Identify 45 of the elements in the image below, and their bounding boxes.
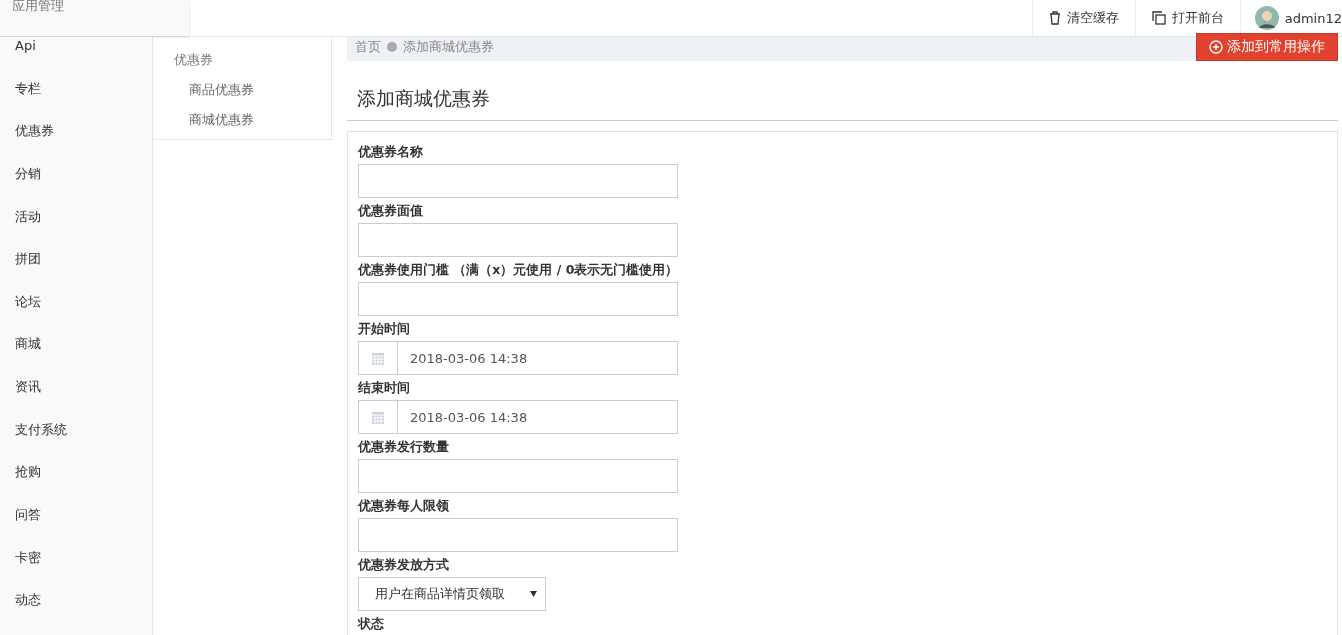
field-label: 结束时间 [358, 380, 411, 396]
field-label: 优惠券面值 [358, 203, 424, 219]
plus-circle-icon [1209, 40, 1223, 54]
subnav-item[interactable]: 商品优惠券 [174, 81, 331, 99]
sidebar-item[interactable]: 支付系统 [0, 421, 152, 465]
page-title: 添加商城优惠券 [347, 86, 1338, 121]
field-label: 优惠券每人限领 [358, 498, 450, 514]
copy-icon [1151, 11, 1166, 25]
subnav-item[interactable]: 商城优惠券 [174, 111, 331, 129]
sidebar-item[interactable]: Api [0, 38, 152, 81]
trash-icon [1048, 11, 1061, 25]
field-label: 优惠券发行数量 [358, 439, 450, 455]
calendar-icon [372, 410, 384, 424]
sidebar-item[interactable]: 抢购 [0, 464, 152, 508]
subnav-title: 优惠券 [174, 51, 214, 69]
field-label: 状态 [358, 616, 385, 632]
sidebar-item[interactable]: 问答 [0, 507, 152, 550]
sidebar-item[interactable]: 活动 [0, 208, 152, 252]
field-label: 优惠券发放方式 [358, 557, 450, 573]
sidebar-item[interactable]: 动态 [0, 592, 152, 635]
caret-icon [530, 591, 537, 597]
sidebar-item[interactable]: 专栏 [0, 80, 152, 124]
sidebar-item[interactable]: 论坛 [0, 293, 152, 337]
sidebar-item[interactable]: 拼团 [0, 251, 152, 294]
user-name[interactable]: admin12 [1284, 10, 1342, 26]
date-field[interactable]: 2018-03-06 14:38 [358, 400, 678, 434]
avatar-icon [1254, 6, 1279, 30]
date-field[interactable]: 2018-03-06 14:38 [358, 341, 678, 375]
input-field[interactable] [358, 282, 678, 316]
sidebar-item[interactable]: 分销 [0, 165, 152, 209]
calendar-icon [372, 351, 384, 365]
input-field[interactable] [358, 164, 678, 198]
separator-dot-icon [387, 42, 397, 52]
dropdown-select[interactable]: 用户在商品详情页领取 [358, 577, 546, 611]
sidebar-item[interactable]: 卡密 [0, 549, 152, 593]
field-label: 优惠券名称 [358, 144, 424, 160]
add-shortcut-button[interactable]: 添加到常用操作 [1196, 33, 1338, 61]
input-field[interactable] [358, 459, 678, 493]
sidebar-item[interactable]: 优惠券 [0, 123, 152, 166]
field-label: 开始时间 [358, 321, 411, 337]
input-field[interactable] [358, 518, 678, 552]
field-label: 优惠券使用门槛 （满（x）元使用 / 0表示无门槛使用） [358, 262, 680, 278]
sidebar-item[interactable]: 资讯 [0, 379, 152, 422]
input-field[interactable] [358, 223, 678, 257]
sidebar-item[interactable]: 商城 [0, 336, 152, 380]
